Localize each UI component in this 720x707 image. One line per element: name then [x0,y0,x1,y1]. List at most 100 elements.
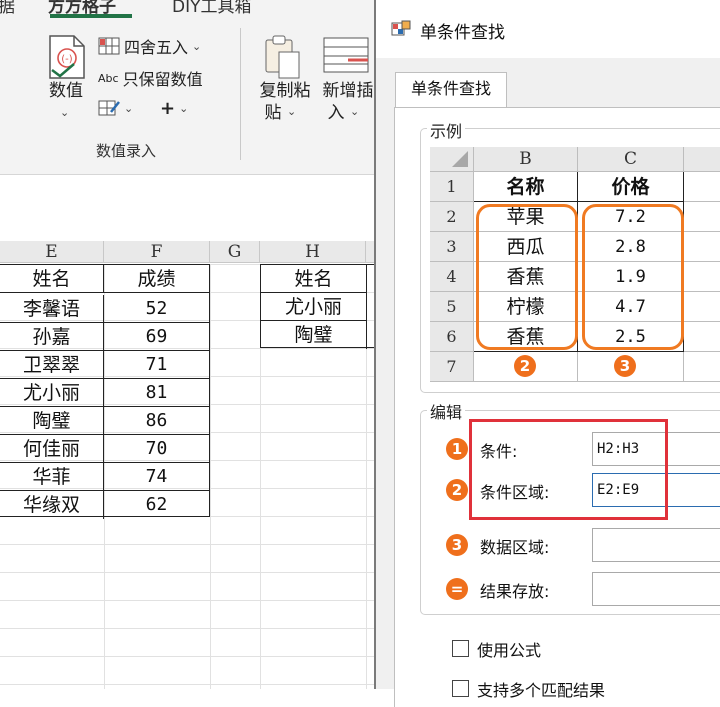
example-column-header [684,147,720,172]
criteria-cell[interactable]: 尤小丽 [261,293,367,321]
score-table: 姓名 成绩 李馨语 52 孙嘉 69 卫翠翠 71 尤小丽 81 陶璧 86 何佳丽 70 华菲 74 华缘双 6… [0,264,210,519]
example-cell [684,172,720,202]
table-cell[interactable]: 何佳丽 [0,435,104,463]
field-badge-icon: 2 [446,479,468,501]
example-cell [684,262,720,292]
table-cell[interactable]: 71 [104,351,209,379]
keep-value-label: 只保留数值 [122,70,203,89]
example-legend: 示例 [427,118,466,142]
column-header-h[interactable]: H [260,241,366,263]
keep-value-button[interactable]: Abc 只保留数值 [98,66,203,90]
select-all-corner [430,147,474,172]
example-cell: 名称 [474,172,578,202]
spreadsheet[interactable]: E F G H 姓名 成绩 李馨语 52 孙嘉 69 卫翠翠 71 尤小丽 81 陶璧 86 何佳丽 70… [0,175,375,689]
criteria-cell[interactable]: 陶璧 [261,321,367,349]
table-cell[interactable]: 81 [104,379,209,407]
new-insert-label-1: 新增插 [322,81,374,101]
app-icon [391,20,411,36]
new-insert-label-2: 入 [327,103,345,123]
table-cell[interactable]: 陶璧 [0,407,104,435]
plus-button[interactable]: + ⌄ [160,98,188,119]
column-header-g[interactable]: G [210,241,260,263]
gridline [0,628,375,629]
tab-data[interactable]: 据 [0,0,15,17]
round-label: 四舍五入 [124,38,189,57]
gridline [0,600,375,601]
copy-paste-button[interactable]: 复制粘 贴 ⌄ [255,34,315,134]
table-cell[interactable]: 62 [104,491,209,519]
example-row-header: 2 [430,202,474,232]
table-cell[interactable]: 74 [104,463,209,491]
table-cell[interactable]: 86 [104,407,209,435]
criteria-header-cell[interactable]: 姓名 [261,265,367,293]
dialog-titlebar[interactable]: 单条件查找 [376,0,720,58]
chevron-down-icon: ⌄ [192,39,202,53]
edit-legend: 编辑 [427,399,466,423]
gridline [0,656,375,657]
table-cell[interactable]: 69 [104,323,209,351]
column-header-f[interactable]: F [104,241,210,263]
table-cell[interactable]: 华缘双 [0,491,104,519]
example-row-header: 5 [430,292,474,322]
table-cell[interactable]: 52 [104,295,209,323]
value-button[interactable]: (-) 数值 ⌄ [40,34,92,124]
table-header-cell[interactable]: 姓名 [0,265,104,293]
group-separator [240,28,241,160]
column-header-e[interactable]: E [0,241,104,263]
example-cell: 价格 [578,172,684,202]
corner-triangle-icon [451,151,468,167]
ribbon: 据 方方格子 DIY工具箱 (-) 数值 ⌄ 四舍五入 ⌄ Abc 只保留数值 … [0,0,375,175]
copy-paste-label-1: 复制粘 [259,81,311,101]
round-button[interactable]: 四舍五入 ⌄ [98,34,201,58]
chevron-down-icon: ⌄ [350,105,360,118]
chevron-down-icon: ⌄ [287,105,297,118]
orange-highlight-name [476,204,578,350]
table-cell[interactable]: 华菲 [0,463,104,491]
example-cell [684,292,720,322]
abc-icon: Abc [98,71,119,85]
tab-single-condition-lookup[interactable]: 单条件查找 [395,72,507,108]
copy-paste-label-2: 贴 [264,103,282,123]
clipboard-icon [265,35,300,79]
criteria-table: 姓名 尤小丽 陶璧 [260,264,375,349]
example-row-header: 1 [430,172,474,202]
edit-grid-icon [98,100,120,116]
example-row-header: 7 [430,352,474,382]
multiple-results-label: 支持多个匹配结果 [477,681,606,700]
field-badge-icon: 3 [446,534,468,556]
group-label-value-input: 数值录入 [96,142,157,160]
chevron-down-icon: ⌄ [179,102,189,115]
value-button-label: 数值 [49,81,83,101]
field-badge-icon: 1 [446,438,468,460]
chevron-down-icon: ⌄ [124,101,134,115]
field-input[interactable] [592,572,720,606]
field-input[interactable] [592,528,720,562]
field-label: 结果存放: [480,582,550,601]
orange-highlight-price [582,204,684,350]
example-row-header: 6 [430,322,474,352]
gridline [0,684,375,685]
table-header-cell[interactable]: 成绩 [104,265,209,293]
round-icon [98,37,120,55]
example-cell [684,322,720,352]
use-formula-checkbox[interactable] [452,640,469,657]
value-doc-icon: (-) [49,35,85,79]
field-label: 数据区域: [480,538,550,557]
plus-icon: + [160,98,176,119]
tab-diy-toolbox[interactable]: DIY工具箱 [172,0,252,17]
table-cell[interactable]: 李馨语 [0,295,104,323]
gridline [0,572,375,573]
field-badge-icon: = [446,578,468,600]
example-column-header: C [578,147,684,172]
use-formula-label: 使用公式 [477,641,542,660]
new-insert-button[interactable]: 新增插 入 ⌄ [318,34,375,134]
table-cell[interactable]: 卫翠翠 [0,351,104,379]
edit-cell-button[interactable]: ⌄ [98,98,133,118]
badge-2-icon: 2 [514,355,536,377]
table-cell[interactable]: 孙嘉 [0,323,104,351]
example-cell [684,232,720,262]
badge-3-icon: 3 [614,355,636,377]
table-cell[interactable]: 70 [104,435,209,463]
svg-text:(-): (-) [61,54,73,65]
table-cell[interactable]: 尤小丽 [0,379,104,407]
